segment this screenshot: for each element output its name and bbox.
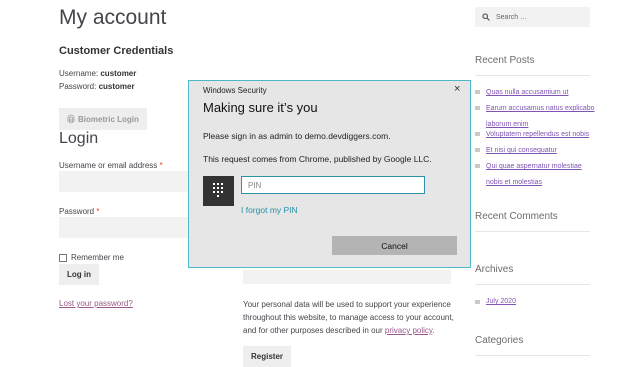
divider	[475, 355, 590, 356]
post-bullet	[475, 90, 480, 94]
privacy-policy-link[interactable]: privacy policy	[385, 326, 432, 335]
list-item: Et nisi qui consequatur	[475, 146, 595, 162]
username-credential: Username: customer	[59, 69, 136, 78]
pin-placeholder: PIN	[248, 180, 262, 190]
password-label: Password:	[59, 82, 97, 91]
password-input[interactable]	[59, 217, 189, 238]
search-icon	[482, 13, 490, 21]
login-button[interactable]: Log in	[59, 264, 99, 285]
archive-link[interactable]: July 2020	[486, 297, 516, 306]
remember-me: Remember me	[59, 253, 124, 262]
list-item: Quas nulla accusantium ut	[475, 88, 595, 102]
biometric-login-button[interactable]: Biometric Login	[59, 108, 147, 130]
search-input[interactable]: Search …	[475, 7, 590, 27]
privacy-notice: Your personal data will be used to suppo…	[243, 300, 454, 335]
pin-input[interactable]: PIN	[241, 176, 425, 194]
categories-heading: Categories	[475, 335, 524, 346]
post-link[interactable]: nobis et molestias	[486, 179, 542, 186]
biometric-login-label: Biometric Login	[78, 114, 139, 124]
dialog-request-text: This request comes from Chrome, publishe…	[203, 154, 432, 164]
windows-security-dialog: Windows Security × Making sure it’s you …	[188, 80, 471, 268]
divider	[475, 231, 590, 232]
cancel-button[interactable]: Cancel	[332, 236, 457, 255]
dialog-sign-in-text: Please sign in as admin to demo.devdigge…	[203, 131, 391, 141]
list-item: Voluptatem repellendus est nobis	[475, 130, 595, 146]
post-bullet	[475, 132, 480, 136]
password-field-label: Password *	[59, 207, 100, 216]
keypad-icon	[203, 176, 234, 206]
list-item-continuation: laborum enim	[475, 113, 595, 128]
archives-heading: Archives	[475, 264, 514, 275]
password-credential: Password: customer	[59, 82, 135, 91]
credentials-heading: Customer Credentials	[59, 45, 174, 57]
archive-icon	[475, 299, 480, 304]
list-item: Earum accusamus natus explicabo	[475, 104, 595, 113]
post-link[interactable]: Earum accusamus natus explicabo	[486, 104, 595, 113]
register-input-bottom[interactable]	[243, 270, 451, 284]
post-bullet	[475, 106, 480, 110]
dialog-heading: Making sure it’s you	[203, 100, 318, 115]
page-title: My account	[59, 6, 167, 29]
remember-me-checkbox[interactable]	[59, 253, 67, 262]
search-placeholder: Search …	[496, 13, 528, 21]
archive-item: July 2020	[475, 297, 516, 306]
post-link[interactable]: Et nisi qui consequatur	[486, 146, 557, 155]
recent-posts-heading: Recent Posts	[475, 55, 535, 66]
fingerprint-icon	[67, 114, 75, 124]
post-bullet	[475, 148, 480, 152]
username-input[interactable]	[59, 171, 189, 192]
post-bullet	[475, 164, 480, 168]
close-icon[interactable]: ×	[454, 83, 460, 95]
lost-password-link[interactable]: Lost your password?	[59, 299, 133, 308]
forgot-pin-link[interactable]: I forgot my PIN	[241, 205, 298, 215]
username-email-label: Username or email address *	[59, 161, 163, 170]
register-button[interactable]: Register	[243, 346, 292, 367]
recent-posts-list: Quas nulla accusantium ut Earum accusamu…	[475, 88, 595, 189]
dialog-window-title: Windows Security	[203, 86, 267, 95]
post-link[interactable]: laborum enim	[486, 121, 528, 128]
divider	[475, 75, 590, 76]
divider	[475, 284, 590, 285]
post-link[interactable]: Quas nulla accusantium ut	[486, 88, 569, 97]
list-item: Qui quae aspernatur molestiae	[475, 162, 595, 171]
username-value: customer	[100, 69, 137, 78]
list-item-continuation: nobis et molestias	[475, 171, 595, 189]
username-label: Username:	[59, 69, 99, 78]
password-value: customer	[98, 82, 135, 91]
recent-comments-heading: Recent Comments	[475, 211, 558, 222]
login-heading: Login	[59, 130, 99, 147]
post-link[interactable]: Qui quae aspernatur molestiae	[486, 162, 582, 171]
post-link[interactable]: Voluptatem repellendus est nobis	[486, 130, 589, 139]
